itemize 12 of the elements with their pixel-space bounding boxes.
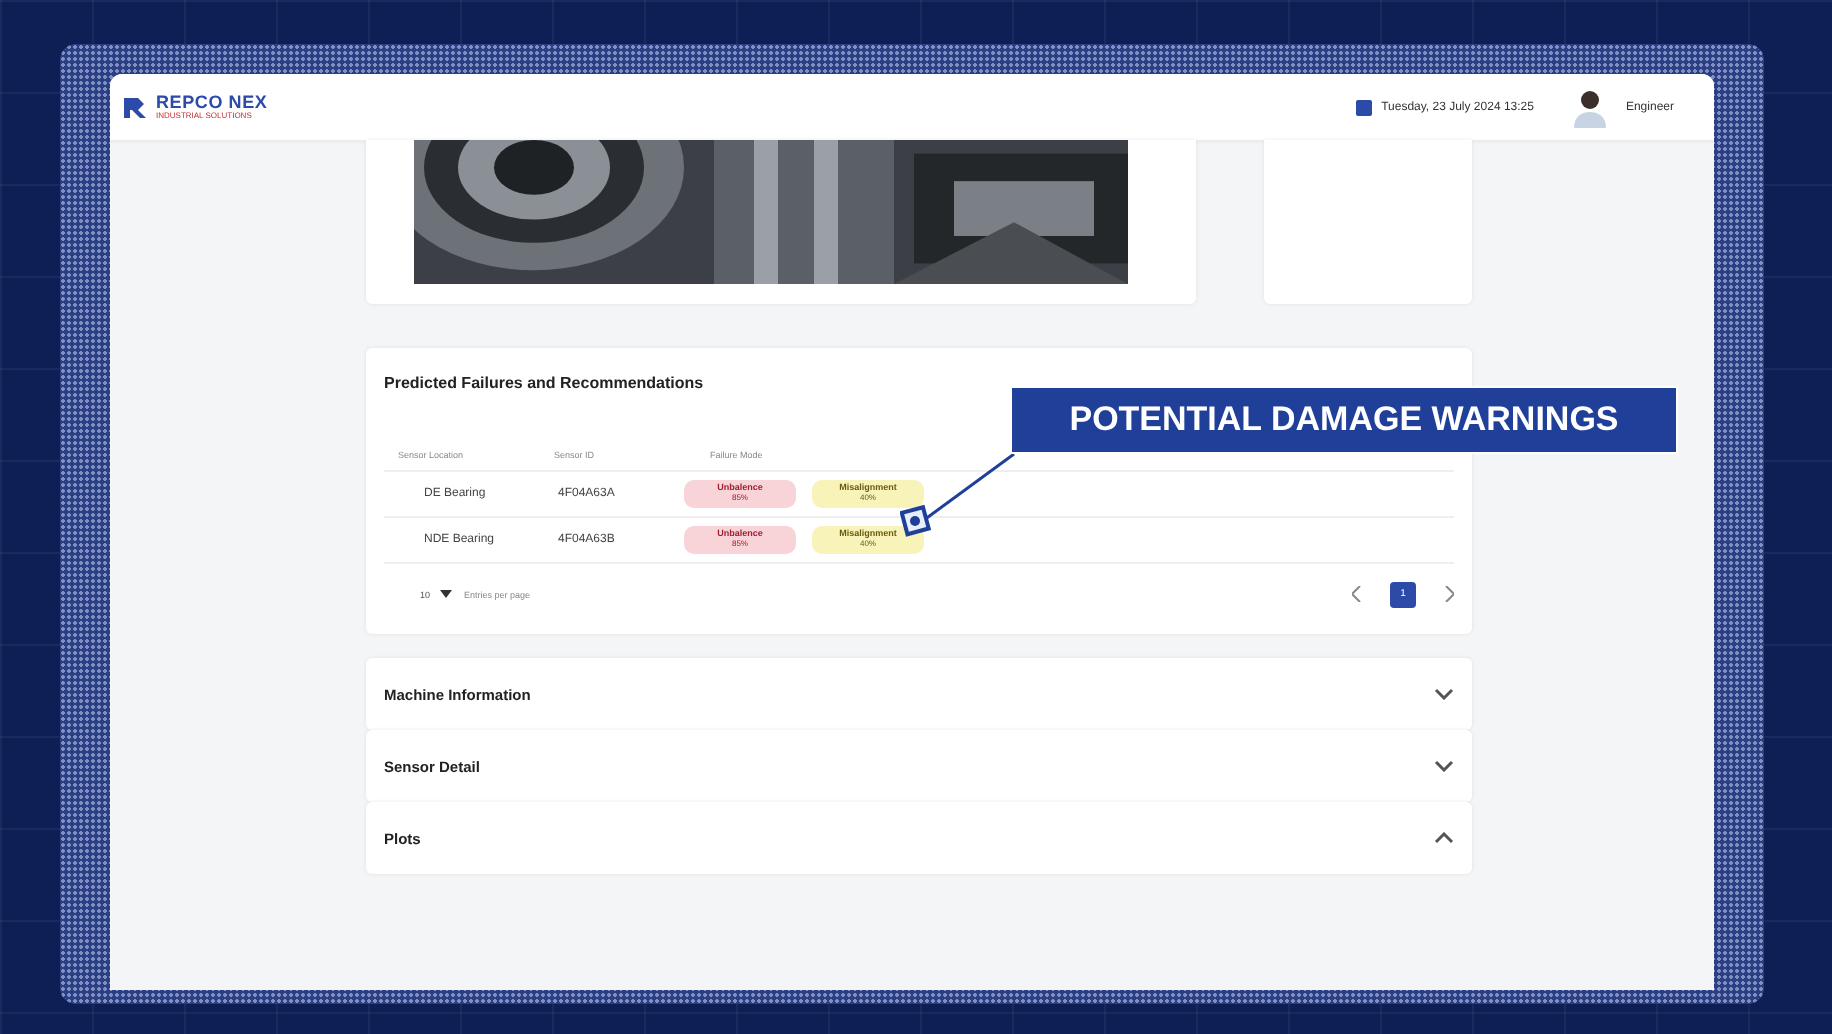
avatar-icon[interactable] — [1571, 87, 1608, 127]
chevron-down-icon[interactable] — [1434, 688, 1454, 700]
next-page-icon[interactable] — [1444, 586, 1454, 602]
leader-line — [900, 454, 1016, 538]
chevron-down-icon[interactable] — [1434, 760, 1454, 772]
callout-label: POTENTIAL DAMAGE WARNINGS — [1010, 386, 1678, 454]
card-title: Predicted Failures and Recommendations — [384, 374, 706, 392]
chevron-up-icon[interactable] — [1434, 832, 1454, 844]
calendar-icon — [1355, 98, 1372, 116]
caret-icon — [440, 590, 453, 598]
logo-icon — [122, 95, 150, 119]
previous-page-icon[interactable] — [1352, 586, 1362, 602]
